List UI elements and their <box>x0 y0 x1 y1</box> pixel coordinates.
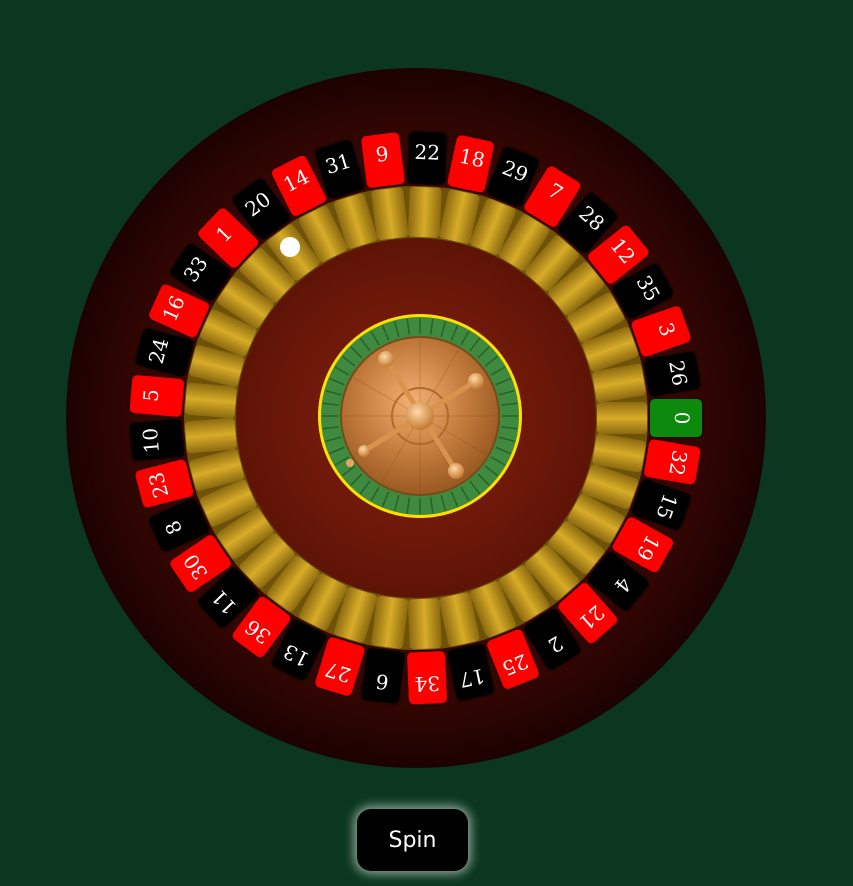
pocket-number: 32 <box>664 448 692 477</box>
pocket-number: 10 <box>138 427 164 454</box>
roulette-ball <box>280 237 300 257</box>
pocket-6: 6 <box>361 648 405 704</box>
wheel-hub <box>318 314 522 518</box>
pocket-number: 26 <box>664 358 692 387</box>
gold-segment <box>371 187 409 241</box>
gold-segment <box>407 186 442 238</box>
roulette-wheel: 0321519421225173462713361130823105241633… <box>66 68 766 768</box>
pocket-number: 22 <box>414 140 440 165</box>
pocket-9: 9 <box>361 132 405 188</box>
pocket-22: 22 <box>407 131 447 185</box>
pocket-34: 34 <box>407 651 447 705</box>
spin-button[interactable]: Spin <box>357 809 468 871</box>
pocket-number: 5 <box>138 388 163 403</box>
roulette-game: 0 32 15 19 4 21 2 25 17 34 6 27 13 36 11 30 8 23 10 5 24 16 33… <box>0 0 853 886</box>
pocket-0: 0 <box>650 399 702 437</box>
pocket-5: 5 <box>129 375 185 417</box>
pocket-number: 34 <box>414 671 440 696</box>
gold-segment <box>597 402 647 434</box>
pocket-number: 0 <box>670 412 694 425</box>
gold-segment <box>407 598 442 650</box>
gold-segment <box>371 595 409 649</box>
pocket-10: 10 <box>129 419 185 461</box>
gold-segment <box>184 417 237 454</box>
gold-segment <box>184 382 237 419</box>
